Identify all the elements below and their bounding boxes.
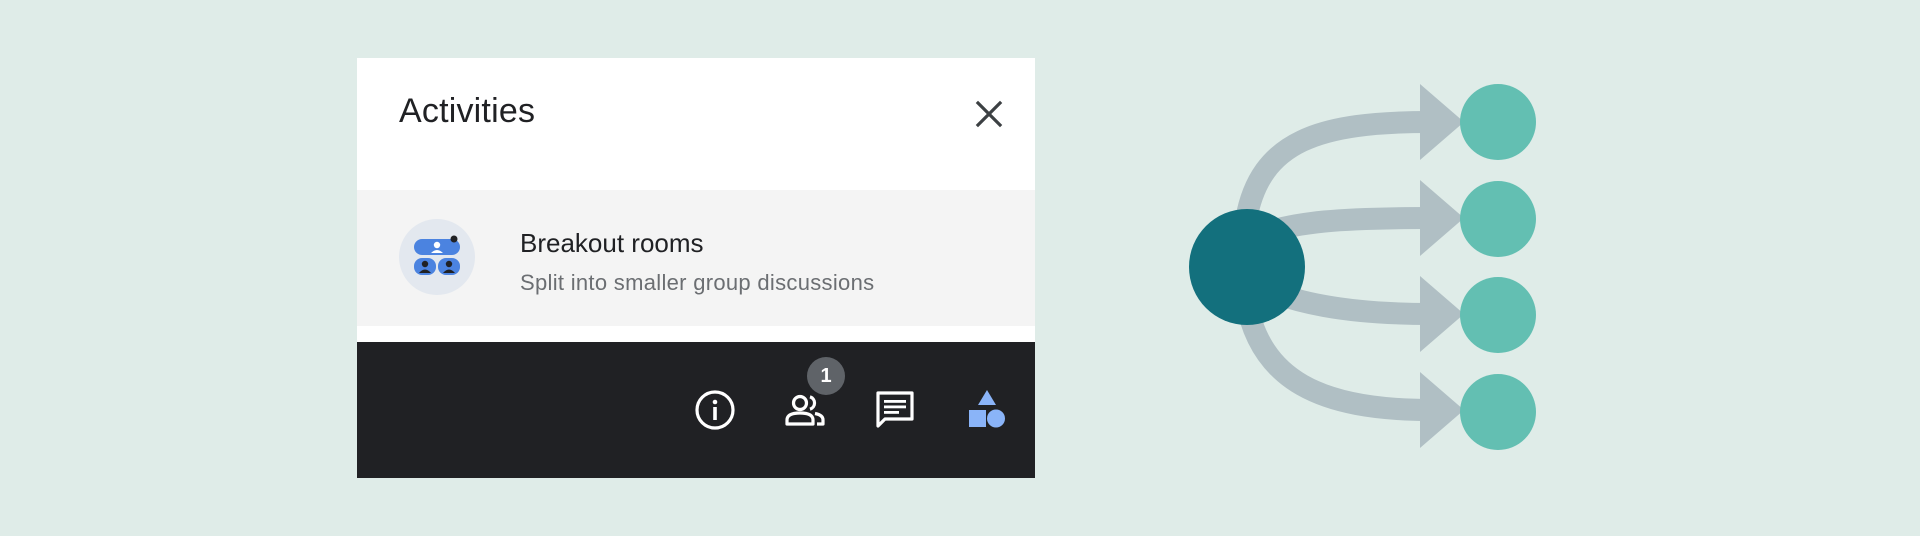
arrowhead-2 [1420,180,1464,256]
activity-description: Split into smaller group discussions [520,270,875,295]
info-button[interactable] [691,386,739,434]
arrowhead-3 [1420,276,1464,352]
close-button[interactable] [973,98,1005,130]
source-node [1189,209,1305,325]
activities-button[interactable] [963,386,1011,434]
panel-header: Activities [357,58,1035,190]
breakout-rooms-icon [399,219,475,295]
chat-icon [876,391,914,428]
target-node-3 [1460,277,1536,353]
stage: Activities Breakout rooms Split into sma… [0,0,1920,536]
target-node-1 [1460,84,1536,160]
chat-button[interactable] [871,386,919,434]
activities-shapes-icon [969,390,1005,428]
target-node-4 [1460,374,1536,450]
bottom-toolbar: 1 [357,342,1035,478]
branch-arrow-1 [1235,111,1441,231]
info-icon [695,390,735,430]
arrowhead-4 [1420,372,1464,448]
panel-title: Activities [399,92,536,130]
target-node-2 [1460,181,1536,257]
one-to-many-split-diagram [1180,70,1550,470]
activities-panel: Activities Breakout rooms Split into sma… [357,58,1035,478]
people-count-badge: 1 [807,357,845,395]
arrowhead-1 [1420,84,1464,160]
activity-item-breakout-rooms[interactable]: Breakout rooms Split into smaller group … [357,190,1035,326]
close-icon [975,100,1003,128]
activity-name: Breakout rooms [520,228,704,258]
